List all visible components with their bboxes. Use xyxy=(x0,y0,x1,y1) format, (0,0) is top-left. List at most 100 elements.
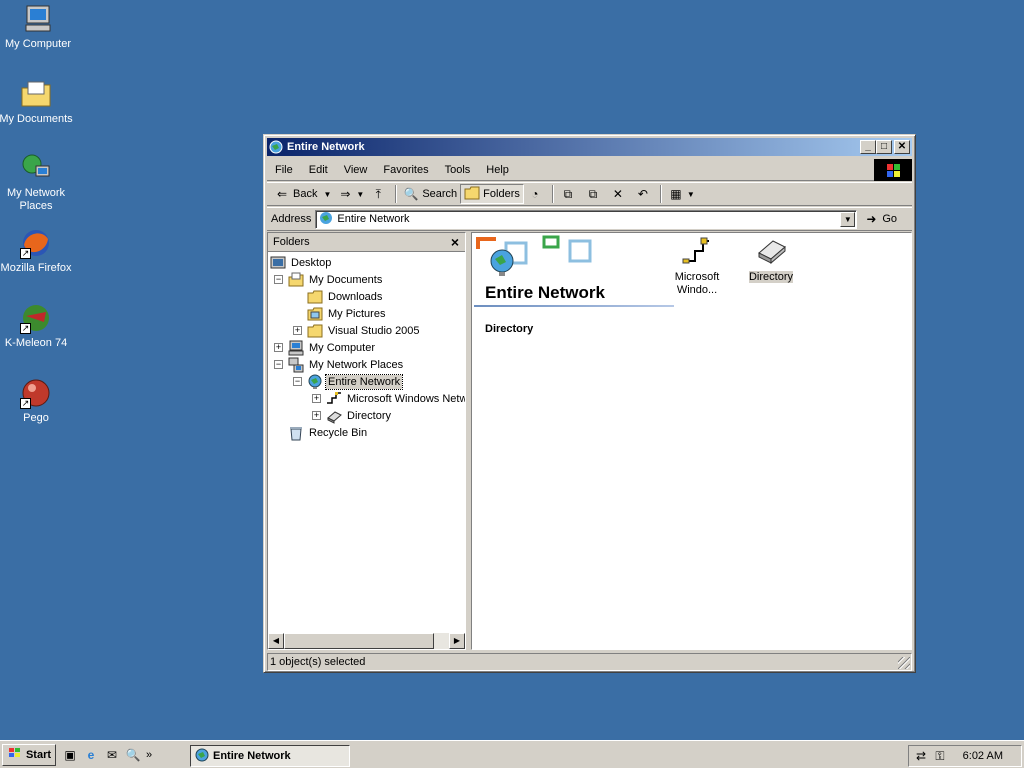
menu-favorites[interactable]: Favorites xyxy=(375,164,436,176)
horizontal-scrollbar[interactable]: ◀ ▶ xyxy=(268,633,465,649)
desktop-icon-pego[interactable]: ↗ Pego xyxy=(0,377,74,425)
tree-item-entire-network[interactable]: Entire Network xyxy=(307,373,404,390)
collapse-toggle[interactable]: − xyxy=(274,275,283,284)
network-status-icon[interactable]: ⇄ xyxy=(913,748,929,764)
undo-button[interactable]: ↶ xyxy=(632,184,657,204)
views-button[interactable]: ▦ ▼ xyxy=(665,184,698,204)
explorer-search-icon[interactable]: 🔍 xyxy=(125,747,141,763)
tree-item-my-pictures[interactable]: My Pictures xyxy=(307,305,387,322)
close-pane-icon[interactable]: × xyxy=(451,234,459,250)
folders-pane-header: Folders × xyxy=(268,233,465,252)
back-button[interactable]: ⇐ Back ▼ xyxy=(271,184,334,204)
tree-item-microsoft-windows-network[interactable]: Microsoft Windows Netw xyxy=(326,390,465,407)
globe-icon xyxy=(269,140,283,154)
forward-button[interactable]: ⇒ ▼ xyxy=(334,184,367,204)
minimize-button[interactable]: _ xyxy=(860,140,876,154)
desktop-icon-my-computer[interactable]: My Computer xyxy=(0,3,76,51)
tree-item-downloads[interactable]: Downloads xyxy=(307,288,384,305)
item-directory[interactable]: Directory xyxy=(739,235,803,284)
computer-icon xyxy=(288,340,304,356)
copy-to-icon: ⧉ xyxy=(588,187,598,201)
show-desktop-icon[interactable]: ▣ xyxy=(62,747,78,763)
address-bar: Address Entire Network ▼ ➜ Go xyxy=(267,207,912,231)
standard-toolbar: ⇐ Back ▼ ⇒ ▼ ⤒ 🔍 Search Folders ◔ ⧉ ⧉ ✕ … xyxy=(267,182,912,206)
security-icon[interactable]: ⚿ xyxy=(932,748,948,764)
expand-toggle[interactable]: + xyxy=(312,411,321,420)
shortcut-arrow-icon: ↗ xyxy=(20,248,31,259)
menu-tools[interactable]: Tools xyxy=(437,164,479,176)
globe-icon xyxy=(318,211,334,227)
desktop-icon-k-meleon[interactable]: ↗ K-Meleon 74 xyxy=(0,302,74,350)
network-places-icon xyxy=(20,152,52,184)
menu-edit[interactable]: Edit xyxy=(301,164,336,176)
close-button[interactable]: ✕ xyxy=(894,140,910,154)
search-icon: 🔍 xyxy=(403,187,419,201)
dropdown-arrow-icon[interactable]: ▼ xyxy=(323,190,331,199)
shortcut-arrow-icon: ↗ xyxy=(20,398,31,409)
menu-file[interactable]: File xyxy=(267,164,301,176)
desktop-icon-my-documents[interactable]: My Documents xyxy=(0,78,74,126)
banner-graphic xyxy=(474,235,594,286)
move-to-icon: ⧉ xyxy=(563,187,573,201)
shortcut-arrow-icon: ↗ xyxy=(20,323,31,334)
clock[interactable]: 6:02 AM xyxy=(963,750,1003,762)
system-tray: ⇄ ⚿ 6:02 AM xyxy=(908,745,1022,767)
scroll-thumb[interactable] xyxy=(284,633,434,649)
address-dropdown-button[interactable]: ▼ xyxy=(840,211,856,227)
tree-item-directory[interactable]: Directory xyxy=(326,407,393,424)
address-input[interactable]: Entire Network ▼ xyxy=(315,209,858,229)
tree-item-recycle-bin[interactable]: Recycle Bin xyxy=(288,424,369,441)
tree-item-my-documents[interactable]: My Documents xyxy=(288,271,384,288)
content-pane: Entire Network Directory Microsoft Windo… xyxy=(471,232,912,650)
delete-x-icon: ✕ xyxy=(612,187,623,201)
resize-grip-icon[interactable] xyxy=(898,657,910,669)
start-button[interactable]: Start xyxy=(2,743,56,766)
scroll-right-button[interactable]: ▶ xyxy=(449,633,465,649)
tree-item-my-network-places[interactable]: My Network Places xyxy=(288,356,405,373)
delete-button[interactable]: ✕ xyxy=(607,184,632,204)
up-folder-icon: ⤒ xyxy=(375,187,381,201)
scroll-left-button[interactable]: ◀ xyxy=(268,633,284,649)
item-microsoft-windows-network[interactable]: Microsoft Windo... xyxy=(665,235,729,297)
expand-toggle[interactable]: + xyxy=(312,394,321,403)
history-button[interactable]: ◔ xyxy=(524,184,549,204)
forward-arrow-icon: ⇒ xyxy=(340,187,351,201)
folders-label: Folders xyxy=(483,188,520,200)
tree-item-visual-studio-2005[interactable]: Visual Studio 2005 xyxy=(307,322,422,339)
collapse-toggle[interactable]: − xyxy=(293,377,302,386)
tree-item-my-computer[interactable]: My Computer xyxy=(288,339,377,356)
menu-view[interactable]: View xyxy=(336,164,376,176)
undo-icon: ↶ xyxy=(637,187,648,201)
back-label: Back xyxy=(293,188,318,200)
directory-icon xyxy=(326,408,342,424)
expand-toggle[interactable]: + xyxy=(274,343,283,352)
search-button[interactable]: 🔍 Search xyxy=(400,184,460,204)
menu-help[interactable]: Help xyxy=(478,164,517,176)
folder-icon xyxy=(307,289,323,305)
dropdown-arrow-icon[interactable]: ▼ xyxy=(356,190,364,199)
desktop-icon-label: My Computer xyxy=(4,38,72,50)
quick-launch-chevron-icon[interactable]: » xyxy=(146,749,152,761)
move-to-button[interactable]: ⧉ xyxy=(557,184,582,204)
folders-icon xyxy=(464,186,480,202)
expand-toggle[interactable]: + xyxy=(293,326,302,335)
desktop-icon-my-network-places[interactable]: My Network Places xyxy=(0,152,74,213)
maximize-button[interactable]: □ xyxy=(876,140,892,154)
documents-folder-icon xyxy=(20,78,52,110)
outlook-express-icon[interactable]: ✉ xyxy=(104,747,120,763)
folders-button[interactable]: Folders xyxy=(460,184,524,204)
address-label: Address xyxy=(271,213,312,225)
tree-item-desktop[interactable]: Desktop xyxy=(270,254,333,271)
up-folder-button[interactable]: ⤒ xyxy=(367,184,392,204)
desktop-icon-mozilla-firefox[interactable]: ↗ Mozilla Firefox xyxy=(0,227,74,275)
banner-title: Entire Network xyxy=(485,283,605,302)
pictures-folder-icon xyxy=(307,306,323,322)
desktop-icon xyxy=(270,255,286,271)
copy-to-button[interactable]: ⧉ xyxy=(582,184,607,204)
taskbar-button-entire-network[interactable]: Entire Network xyxy=(190,745,350,767)
internet-explorer-icon[interactable]: e xyxy=(83,747,99,763)
menu-bar: File Edit View Favorites Tools Help xyxy=(267,159,912,181)
title-bar[interactable]: Entire Network _ □ ✕ xyxy=(267,138,912,156)
collapse-toggle[interactable]: − xyxy=(274,360,283,369)
go-button[interactable]: ➜ Go xyxy=(863,211,897,227)
